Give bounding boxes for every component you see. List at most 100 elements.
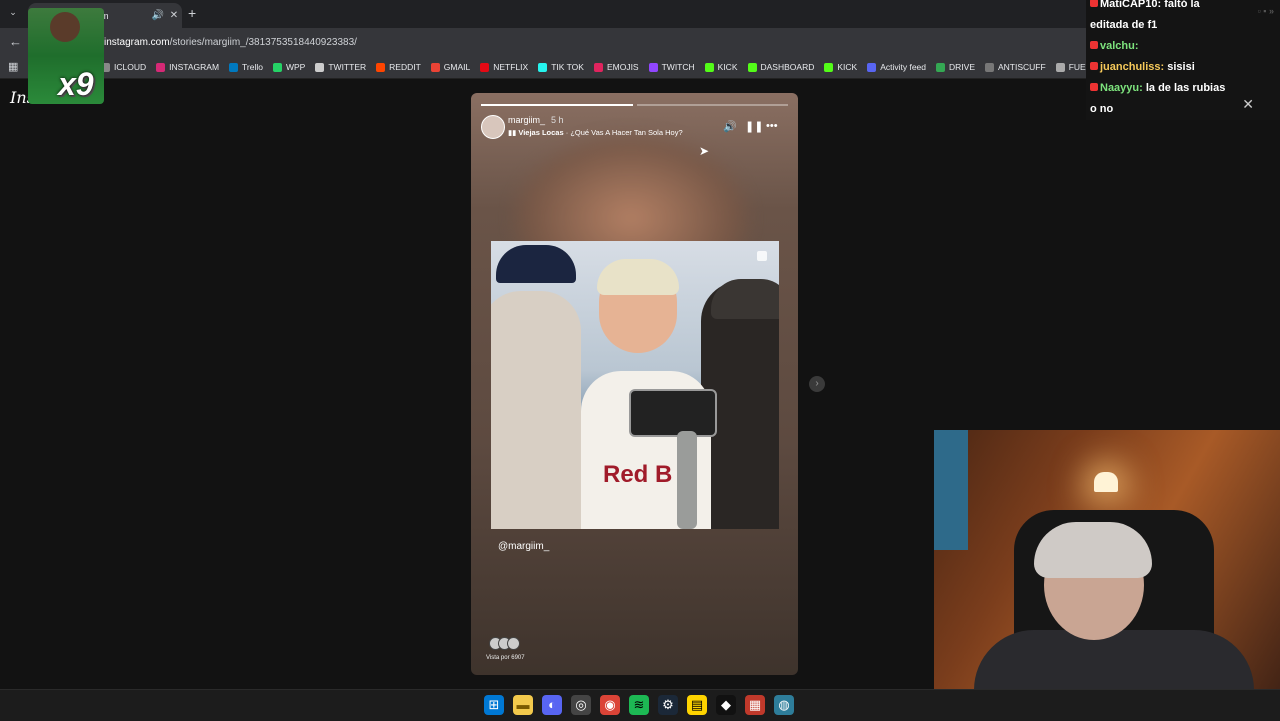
- chrome-icon[interactable]: ◉: [600, 695, 620, 715]
- person-left: [491, 291, 581, 529]
- next-story-arrow-icon[interactable]: ›: [809, 376, 825, 392]
- lamp: [1094, 472, 1118, 492]
- discord-icon[interactable]: ◐: [542, 695, 562, 715]
- story-mention[interactable]: @margiim_: [498, 541, 549, 552]
- back-arrow-icon[interactable]: ←: [9, 34, 22, 49]
- bookmark-item[interactable]: GMAIL: [430, 62, 470, 72]
- cap-left: [496, 245, 576, 283]
- speaker-icon[interactable]: 🔊: [150, 10, 166, 21]
- cap-right: [711, 279, 779, 319]
- avatar[interactable]: [481, 115, 505, 139]
- bookmark-favicon-icon: [867, 62, 877, 72]
- windows-start-icon[interactable]: ⊞: [484, 695, 504, 715]
- bookmark-label: REDDIT: [389, 62, 421, 72]
- bookmark-item[interactable]: DRIVE: [936, 62, 975, 72]
- bookmark-favicon-icon: [1055, 62, 1065, 72]
- chat-username: juanchuliss:: [1100, 61, 1165, 73]
- bookmark-item[interactable]: TWITTER: [315, 62, 366, 72]
- pause-icon[interactable]: ❚❚: [745, 120, 763, 133]
- bookmark-favicon-icon: [376, 62, 386, 72]
- progress-segment: [636, 104, 788, 106]
- bookmark-favicon-icon: [229, 62, 239, 72]
- mute-icon[interactable]: 🔊: [723, 120, 737, 133]
- seen-by-count[interactable]: Vista por 6907: [486, 655, 525, 661]
- bookmark-label: KICK: [717, 62, 738, 72]
- bookmark-label: EMOJIS: [606, 62, 639, 72]
- apps-grid-icon[interactable]: ▦: [8, 60, 18, 73]
- chat-badge-icon: [1090, 41, 1098, 49]
- bookmark-item[interactable]: TIK TOK: [538, 62, 584, 72]
- more-options-icon[interactable]: •••: [766, 120, 778, 132]
- bookmark-item[interactable]: DASHBOARD: [747, 62, 814, 72]
- bookmark-favicon-icon: [648, 62, 658, 72]
- bookmark-favicon-icon: [936, 62, 946, 72]
- bookmark-favicon-icon: [704, 62, 714, 72]
- story-progress: [481, 104, 788, 106]
- story-time: 5 h: [551, 115, 564, 125]
- app-red-icon[interactable]: ▦: [745, 695, 765, 715]
- steam-icon[interactable]: ⚙: [658, 695, 678, 715]
- bookmark-favicon-icon: [272, 62, 282, 72]
- spotify-icon[interactable]: ≋: [629, 695, 649, 715]
- app-icon[interactable]: ◆: [716, 695, 736, 715]
- chat-badge-icon: [1090, 0, 1098, 7]
- bookmark-label: NETFLIX: [493, 62, 529, 72]
- obs-icon[interactable]: ◎: [571, 695, 591, 715]
- carousel-square-icon: [757, 251, 767, 261]
- bookmark-item[interactable]: NETFLIX: [480, 62, 528, 72]
- bookmark-label: ANTISCUFF: [998, 62, 1046, 72]
- webcam-feed: [934, 430, 1280, 720]
- chat-text: la de las rubias: [1145, 82, 1226, 94]
- globe-icon[interactable]: ◍: [774, 695, 794, 715]
- chat-text: editada de f1: [1090, 19, 1158, 31]
- chat-badge-icon: [1090, 62, 1098, 70]
- viewer-avatars[interactable]: [489, 637, 520, 650]
- bookmark-item[interactable]: Activity feed: [867, 62, 926, 72]
- bookmark-label: TWITTER: [328, 62, 367, 72]
- bookmark-favicon-icon: [315, 62, 325, 72]
- bookmark-favicon-icon: [985, 62, 994, 72]
- hair-center: [597, 259, 679, 295]
- bookmark-item[interactable]: EMOJIS: [593, 62, 639, 72]
- bookmark-favicon-icon: [430, 62, 440, 72]
- bookmark-item[interactable]: ICLOUD: [101, 62, 146, 72]
- chat-username: MatiCAP10:: [1100, 0, 1162, 10]
- chat-text: faltó la: [1164, 0, 1200, 10]
- overlay-face: [50, 12, 80, 42]
- story-photo: Red B: [491, 241, 779, 529]
- story-username[interactable]: margiim_ 5 h: [508, 115, 564, 125]
- chat-close-icon[interactable]: ✕: [1242, 96, 1254, 113]
- bookmark-item[interactable]: Trello: [229, 62, 263, 72]
- chat-text: sisisi: [1167, 61, 1195, 73]
- bookmark-item[interactable]: ANTISCUFF: [985, 62, 1046, 72]
- bookmark-item[interactable]: WPP: [272, 62, 305, 72]
- overlay-multiplier: x9: [58, 66, 94, 102]
- new-tab-button[interactable]: +: [188, 5, 196, 21]
- bookmark-item[interactable]: KICK: [704, 62, 738, 72]
- bookmark-item[interactable]: KICK: [824, 62, 857, 72]
- chat-message: juanchuliss: sisisi: [1090, 57, 1195, 77]
- tab-search-icon[interactable]: ⌄: [6, 7, 20, 21]
- bookmark-item[interactable]: TWITCH: [648, 62, 695, 72]
- chat-message: o no: [1090, 99, 1113, 119]
- bookmark-label: DRIVE: [949, 62, 975, 72]
- bookmark-favicon-icon: [747, 62, 757, 72]
- file-explorer-icon[interactable]: ▬: [513, 695, 533, 715]
- url-field[interactable]: instagram.com/stories/margiim_/381375351…: [104, 37, 357, 48]
- chat-message: Naayyu: la de las rubias: [1090, 78, 1225, 98]
- sticky-notes-icon[interactable]: ▤: [687, 695, 707, 715]
- story-viewer[interactable]: margiim_ 5 h ▮▮ Viejas Locas · ¿Qué Vas A…: [471, 93, 798, 675]
- bookmark-favicon-icon: [156, 62, 166, 72]
- stream-overlay-sticker: x9: [28, 8, 104, 104]
- bookmark-item[interactable]: REDDIT: [376, 62, 421, 72]
- chat-message: editada de f1: [1090, 15, 1157, 35]
- taskbar: ⊞ ▬ ◐ ◎ ◉ ≋ ⚙ ▤ ◆ ▦ ◍: [0, 689, 1280, 721]
- chat-message: valchu:: [1090, 36, 1139, 56]
- mouse-cursor-icon: ➤: [699, 144, 710, 158]
- bookmark-label: TWITCH: [661, 62, 695, 72]
- close-tab-icon[interactable]: ✕: [166, 10, 182, 21]
- bookmark-item[interactable]: INSTAGRAM: [156, 62, 219, 72]
- story-song[interactable]: ▮▮ Viejas Locas · ¿Qué Vas A Hacer Tan S…: [508, 128, 683, 137]
- chat-username: Naayyu:: [1100, 82, 1143, 94]
- bookmark-label: ICLOUD: [114, 62, 147, 72]
